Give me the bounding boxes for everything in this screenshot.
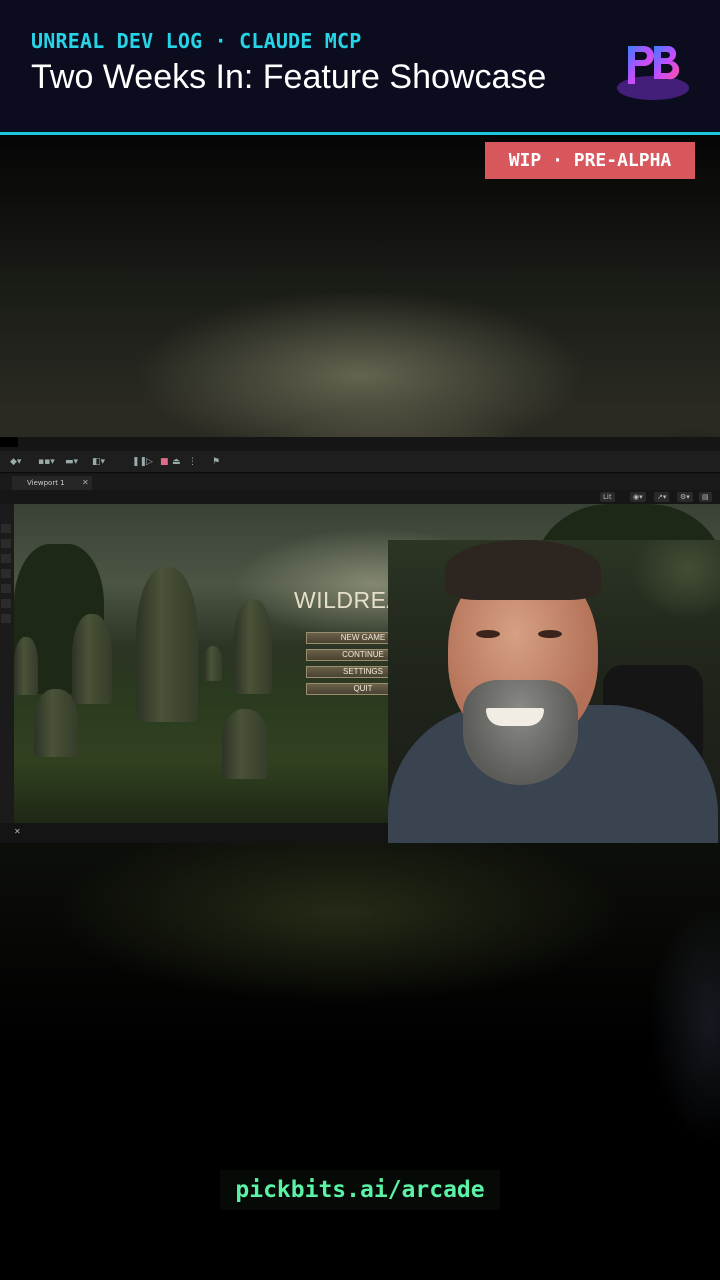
status-badge: WIP · PRE-ALPHA: [485, 142, 695, 179]
tool-button[interactable]: [1, 584, 11, 593]
page-title: Two Weeks In: Feature Showcase: [31, 58, 547, 96]
stop-icon[interactable]: ■: [160, 457, 169, 467]
standing-stone: [234, 599, 272, 694]
standing-stone: [34, 689, 78, 757]
add-actor-icon[interactable]: ◆▾: [10, 457, 21, 467]
tool-button[interactable]: [1, 569, 11, 578]
layout-icon[interactable]: ▤: [699, 492, 712, 502]
presenter-beard: [463, 680, 578, 785]
pause-icon[interactable]: ❚❚: [132, 457, 147, 467]
step-icon[interactable]: ▷: [146, 457, 153, 467]
webcam-overlay: [388, 540, 720, 843]
eject-icon[interactable]: ⏏: [172, 457, 181, 467]
camera-speed-icon[interactable]: ↗▾: [654, 492, 670, 502]
tool-button[interactable]: [1, 539, 11, 548]
tab-viewport-label: Viewport 1: [27, 479, 65, 487]
presenter-smile: [486, 708, 544, 726]
view-mode-lit[interactable]: Lit: [600, 492, 615, 502]
presenter-hair: [445, 540, 601, 600]
presenter-eye: [538, 630, 562, 638]
close-icon[interactable]: ✕: [14, 827, 21, 836]
blueprint-icon[interactable]: ▪▪▾: [38, 457, 55, 467]
header-kicker: UNREAL DEV LOG · CLAUDE MCP: [31, 29, 362, 53]
tool-button[interactable]: [1, 524, 11, 533]
eye-icon[interactable]: ◉▾: [630, 492, 646, 502]
standing-stone: [136, 567, 198, 722]
pickbits-logo: [617, 45, 689, 100]
modes-icon[interactable]: ◧▾: [92, 457, 105, 467]
close-icon[interactable]: ✕: [82, 476, 89, 490]
editor-corner: [0, 437, 18, 447]
editor-tab-bar: Viewport 1 ✕: [0, 474, 720, 490]
standing-stone: [204, 646, 222, 681]
left-tool-panel: [0, 504, 14, 824]
blurred-background-top: [0, 135, 720, 440]
standing-stone: [222, 709, 268, 779]
settings-icon[interactable]: ⚙▾: [677, 492, 693, 502]
presenter-eye: [476, 630, 500, 638]
blurred-background-bottom: [0, 843, 720, 1280]
standing-stone: [14, 637, 38, 695]
more-options-icon[interactable]: ⋮: [188, 457, 197, 467]
standing-stone: [72, 614, 112, 704]
editor-status-bar: ✕: [0, 823, 390, 843]
tool-button[interactable]: [1, 614, 11, 623]
tool-button[interactable]: [1, 554, 11, 563]
viewport-controls: Lit ◉▾ ↗▾ ⚙▾ ▤: [0, 490, 720, 504]
tab-viewport[interactable]: Viewport 1: [12, 476, 92, 490]
header-bar: UNREAL DEV LOG · CLAUDE MCP Two Weeks In…: [0, 0, 720, 133]
cinematics-icon[interactable]: ▬▾: [65, 457, 78, 467]
editor-toolbar: ◆▾ ▪▪▾ ▬▾ ◧▾ ❚❚ ▷ ■ ⏏ ⋮ ⚑: [0, 451, 720, 473]
tool-button[interactable]: [1, 599, 11, 608]
unreal-editor-window: ◆▾ ▪▪▾ ▬▾ ◧▾ ❚❚ ▷ ■ ⏏ ⋮ ⚑ Viewport 1 ✕ L…: [0, 437, 720, 843]
footer-url[interactable]: pickbits.ai/arcade: [220, 1170, 500, 1210]
platforms-icon[interactable]: ⚑: [212, 457, 220, 467]
